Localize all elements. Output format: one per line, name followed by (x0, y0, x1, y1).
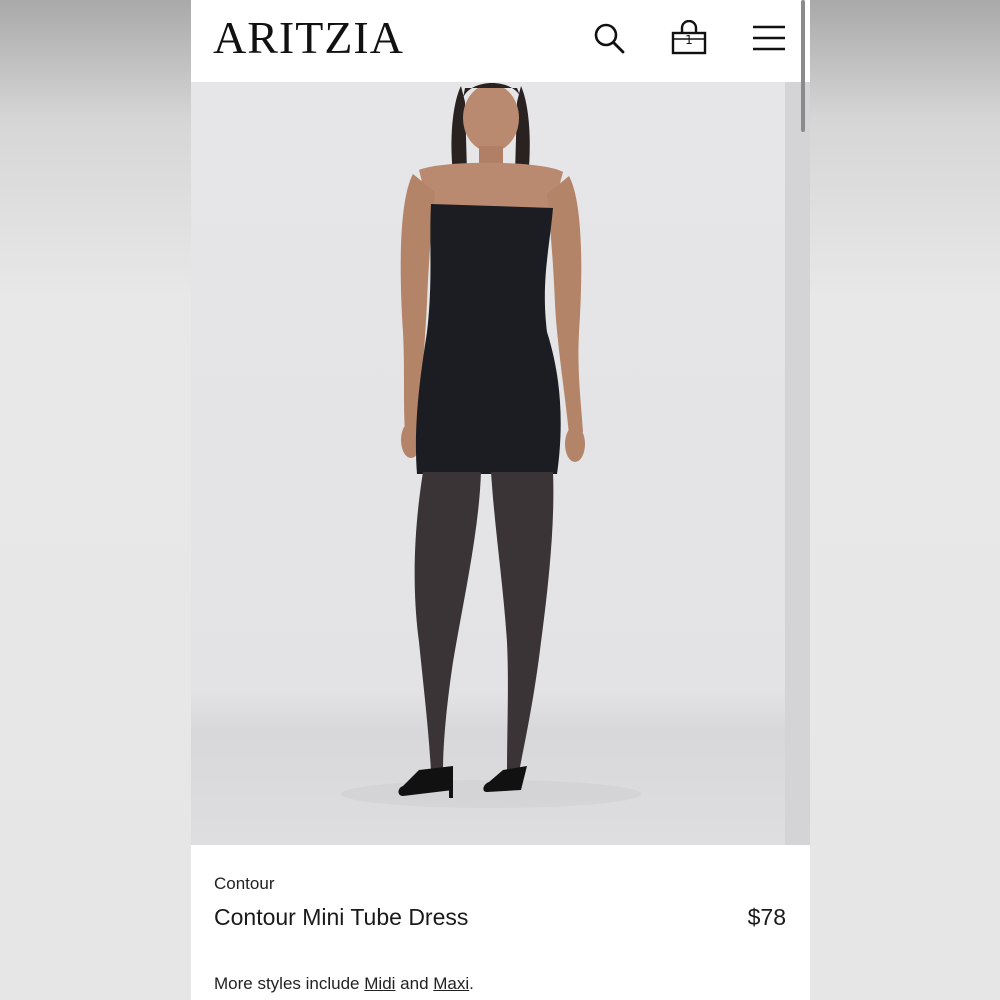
product-price: $78 (747, 904, 786, 930)
mobile-page: ARITZIA 1 Contour Contour Mini Tube Dres… (191, 0, 810, 1000)
model-illustration (341, 83, 641, 808)
product-info: Contour Contour Mini Tube Dress $78 More… (191, 845, 810, 1000)
screenshot-side-margin-right (810, 0, 1000, 1000)
bag-count-badge: 1 (685, 33, 693, 47)
more-styles-prefix: More styles include (214, 974, 360, 993)
search-icon (594, 23, 625, 54)
product-brand[interactable]: Contour (214, 874, 274, 894)
menu-button[interactable] (749, 18, 789, 58)
site-header: ARITZIA 1 (191, 0, 810, 82)
aritzia-logo[interactable]: ARITZIA (213, 10, 404, 66)
more-styles-text: More styles include Midi and Maxi. (214, 974, 474, 994)
screenshot-side-margin-left (0, 0, 191, 1000)
shopping-bag-button[interactable]: 1 (669, 18, 709, 58)
midi-link[interactable]: Midi (364, 974, 395, 993)
more-styles-suffix: . (469, 974, 474, 993)
search-button[interactable] (589, 18, 629, 58)
hamburger-menu-icon (753, 25, 785, 51)
scrollbar-thumb[interactable] (801, 0, 805, 132)
maxi-link[interactable]: Maxi (433, 974, 469, 993)
product-name: Contour Mini Tube Dress (214, 904, 469, 930)
more-styles-joiner: and (400, 974, 429, 993)
product-image[interactable] (191, 82, 810, 845)
